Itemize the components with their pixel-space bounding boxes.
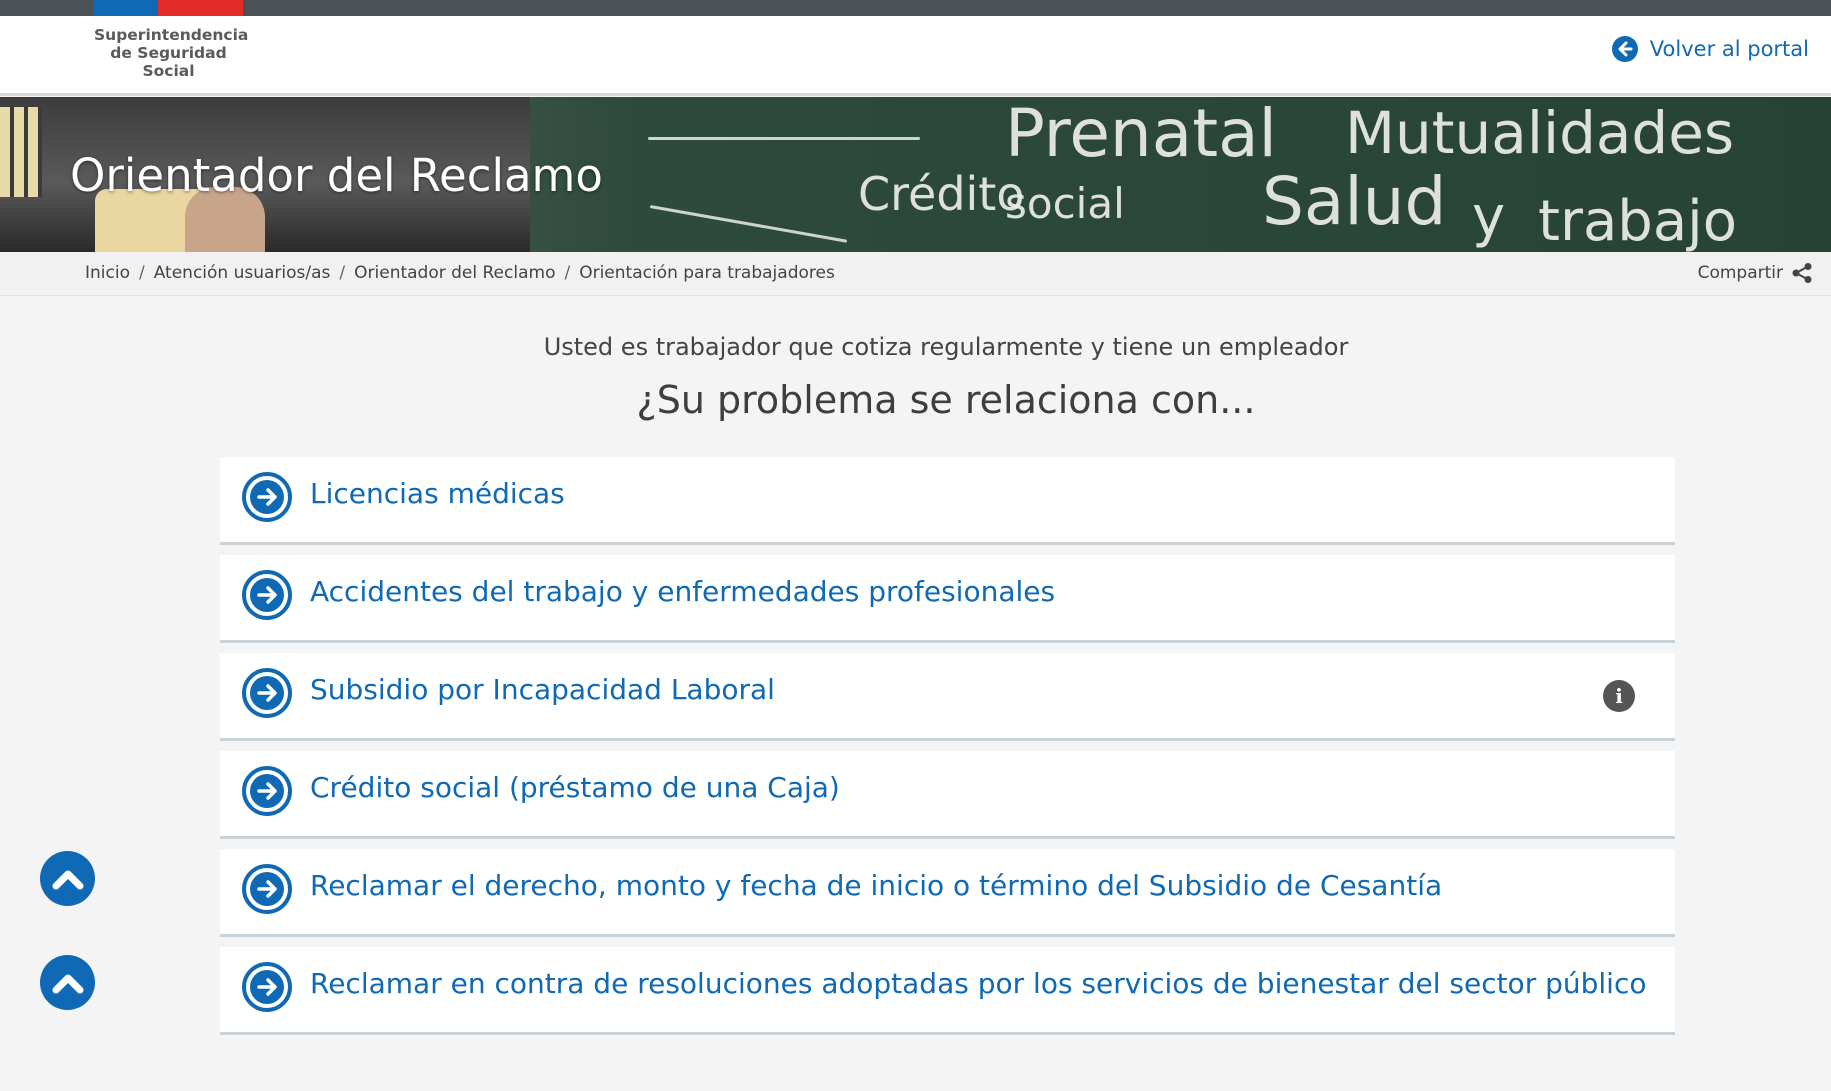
breadcrumb-separator: / (138, 263, 145, 283)
scroll-to-top-button[interactable] (40, 955, 95, 1010)
arrow-right-icon (242, 472, 292, 522)
flag-stripe (94, 0, 243, 16)
top-bar (0, 0, 1831, 16)
chalk-word: trabajo (1538, 189, 1737, 252)
option-accidentes-trabajo[interactable]: Accidentes del trabajo y enfermedades pr… (220, 555, 1675, 643)
breadcrumb-bar: Inicio / Atención usuarios/as / Orientad… (0, 252, 1831, 296)
arrow-right-icon (242, 570, 292, 620)
arrow-right-icon (242, 962, 292, 1012)
chalk-word: social (1005, 179, 1125, 228)
option-subsidio-cesantia[interactable]: Reclamar el derecho, monto y fecha de in… (220, 849, 1675, 937)
back-to-portal-link[interactable]: Volver al portal (1611, 36, 1809, 62)
chevron-up-icon (52, 870, 83, 889)
chalk-word: Crédito (858, 167, 1025, 221)
option-subsidio-incapacidad[interactable]: Subsidio por Incapacidad Laboral i (220, 653, 1675, 741)
chalk-word: y (1472, 185, 1506, 250)
arrow-right-icon (242, 668, 292, 718)
site-header: Superintendencia de Seguridad Social Vol… (0, 16, 1831, 96)
chalk-word: Prenatal (1005, 97, 1277, 172)
share-label: Compartir (1697, 263, 1783, 283)
back-to-portal-label: Volver al portal (1649, 37, 1809, 61)
breadcrumb-item-atencion[interactable]: Atención usuarios/as (154, 263, 331, 283)
logo[interactable]: Superintendencia de Seguridad Social (94, 26, 248, 80)
option-label: Subsidio por Incapacidad Laboral (310, 673, 775, 706)
share-icon (1792, 263, 1812, 283)
option-label: Reclamar el derecho, monto y fecha de in… (310, 869, 1443, 902)
option-label: Crédito social (préstamo de una Caja) (310, 771, 840, 804)
arrow-right-icon (242, 864, 292, 914)
chalk-word: Mutualidades (1345, 99, 1735, 167)
option-label: Reclamar en contra de resoluciones adopt… (310, 967, 1647, 1000)
chevron-up-icon (52, 974, 83, 993)
breadcrumb-item-orientador[interactable]: Orientador del Reclamo (354, 263, 555, 283)
option-label: Accidentes del trabajo y enfermedades pr… (310, 575, 1056, 608)
share-button[interactable]: Compartir (1698, 262, 1813, 284)
options-list: Licencias médicas Accidentes del trabajo… (220, 457, 1675, 1045)
question-heading: ¿Su problema se relaciona con... (636, 378, 1256, 422)
breadcrumb: Inicio / Atención usuarios/as / Orientad… (85, 263, 835, 283)
chalk-word: Salud (1262, 163, 1447, 240)
info-icon[interactable]: i (1603, 680, 1635, 712)
breadcrumb-separator: / (564, 263, 571, 283)
arrow-left-icon (1611, 36, 1638, 62)
scroll-to-top-button[interactable] (40, 851, 95, 906)
breadcrumb-item-current: Orientación para trabajadores (579, 263, 835, 283)
breadcrumb-item-inicio[interactable]: Inicio (85, 263, 130, 283)
breadcrumb-separator: / (339, 263, 346, 283)
option-servicios-bienestar[interactable]: Reclamar en contra de resoluciones adopt… (220, 947, 1675, 1035)
option-licencias-medicas[interactable]: Licencias médicas (220, 457, 1675, 545)
page-subtitle: Usted es trabajador que cotiza regularme… (543, 333, 1349, 361)
page-title: Orientador del Reclamo (70, 149, 603, 202)
arrow-right-icon (242, 766, 292, 816)
option-label: Licencias médicas (310, 477, 565, 510)
option-credito-social[interactable]: Crédito social (préstamo de una Caja) (220, 751, 1675, 839)
hero-banner: Prenatal Mutualidades Crédito social Sal… (0, 97, 1831, 252)
